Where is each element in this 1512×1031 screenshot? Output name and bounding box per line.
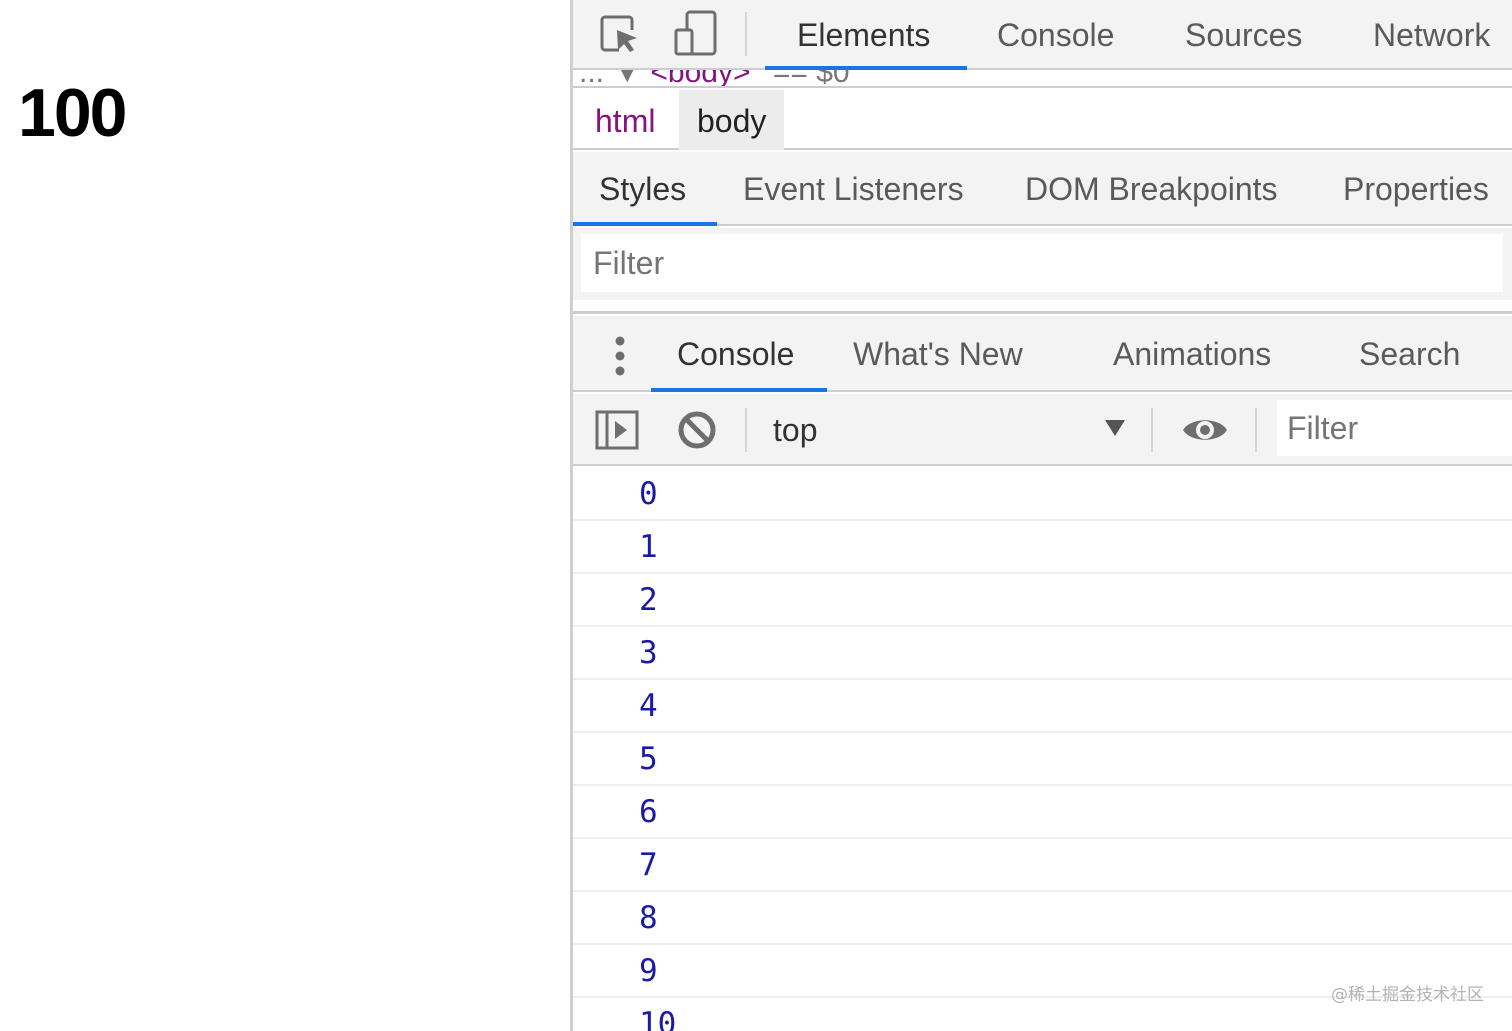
- styles-filter-bar: [573, 228, 1512, 300]
- tab-styles[interactable]: Styles: [599, 152, 686, 226]
- toolbar-divider: [1255, 408, 1257, 452]
- styles-filter-input[interactable]: [581, 234, 1503, 292]
- drawer-tab-bar: Console What's New Animations Search: [573, 316, 1512, 392]
- live-expression-eye-icon[interactable]: [1181, 414, 1229, 451]
- drawer-menu-icon[interactable]: [613, 336, 627, 381]
- console-number: 4: [639, 688, 658, 724]
- watermark: @稀土掘金技术社区: [1331, 985, 1484, 1005]
- drawer-tab-animations[interactable]: Animations: [1113, 316, 1271, 392]
- dropdown-arrow-icon[interactable]: [1105, 420, 1125, 436]
- drawer-tab-console[interactable]: Console: [677, 316, 794, 392]
- console-number: 8: [639, 900, 658, 936]
- context-selector[interactable]: top: [773, 394, 817, 466]
- tab-network[interactable]: Network: [1373, 0, 1490, 70]
- main-tab-bar: Elements Console Sources Network: [573, 0, 1512, 70]
- dom-ellipsis[interactable]: ...: [579, 70, 604, 86]
- breadcrumb-html[interactable]: html: [577, 90, 673, 150]
- console-message: 1: [573, 521, 1512, 574]
- active-sidebar-tab-indicator: [573, 222, 717, 226]
- console-output: 0 1 2 3 4 5 6 7 8 9 10: [573, 468, 1512, 1031]
- selected-node-marker: == $0: [772, 70, 850, 88]
- breadcrumb-body[interactable]: body: [679, 90, 785, 150]
- tab-dom-breakpoints[interactable]: DOM Breakpoints: [1025, 152, 1278, 226]
- tab-event-listeners[interactable]: Event Listeners: [743, 152, 964, 226]
- console-number: 2: [639, 582, 658, 618]
- console-number: 9: [639, 953, 658, 989]
- console-message: 2: [573, 574, 1512, 627]
- page-viewport: 100: [0, 0, 570, 1031]
- console-number: 10: [639, 1006, 677, 1031]
- console-message: 8: [573, 892, 1512, 945]
- toolbar-divider: [745, 12, 747, 56]
- sidebar-toggle-icon[interactable]: [595, 410, 639, 455]
- dom-tree-peek: ... ▼ <body> == $0: [573, 70, 1512, 88]
- console-number: 6: [639, 794, 658, 830]
- expand-triangle-icon[interactable]: ▼: [612, 70, 642, 86]
- console-number: 7: [639, 847, 658, 883]
- tab-properties[interactable]: Properties: [1343, 152, 1489, 226]
- console-toolbar: top: [573, 394, 1512, 466]
- console-filter-input[interactable]: [1277, 400, 1512, 456]
- drawer-tab-whats-new[interactable]: What's New: [853, 316, 1023, 392]
- active-drawer-tab-indicator: [651, 388, 827, 392]
- console-number: 1: [639, 529, 658, 565]
- styles-pane-peek: [573, 300, 1512, 314]
- tab-sources[interactable]: Sources: [1185, 0, 1302, 70]
- device-toolbar-icon[interactable]: [673, 10, 719, 63]
- devtools-panel: Elements Console Sources Network ... ▼ <…: [570, 0, 1512, 1031]
- console-message: 5: [573, 733, 1512, 786]
- console-message: 3: [573, 627, 1512, 680]
- breadcrumb: html body: [573, 90, 1512, 150]
- toolbar-divider: [745, 408, 747, 452]
- sidebar-tab-bar: Styles Event Listeners DOM Breakpoints P…: [573, 152, 1512, 226]
- console-message: 0: [573, 468, 1512, 521]
- console-message: 6: [573, 786, 1512, 839]
- clear-console-icon[interactable]: [677, 410, 717, 455]
- drawer-tab-search[interactable]: Search: [1359, 316, 1460, 392]
- dom-node-body[interactable]: <body>: [650, 70, 750, 86]
- console-number: 0: [639, 476, 658, 512]
- console-message: 7: [573, 839, 1512, 892]
- inspect-element-icon[interactable]: [599, 14, 641, 61]
- tab-elements[interactable]: Elements: [797, 0, 930, 70]
- tab-console[interactable]: Console: [997, 0, 1114, 70]
- toolbar-divider: [1151, 408, 1153, 452]
- console-message: 4: [573, 680, 1512, 733]
- page-heading: 100: [18, 75, 127, 151]
- console-number: 3: [639, 635, 658, 671]
- console-number: 5: [639, 741, 658, 777]
